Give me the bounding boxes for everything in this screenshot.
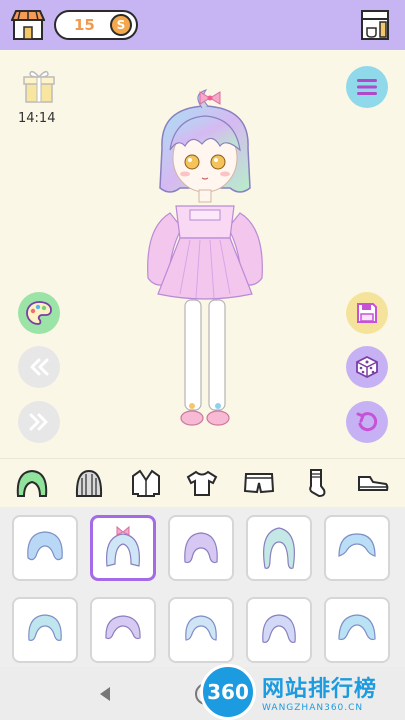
- menu-button[interactable]: [346, 66, 388, 108]
- nav-back-icon[interactable]: [95, 684, 115, 704]
- coin-icon: S: [110, 14, 132, 36]
- floppy-disk-icon: [357, 303, 377, 323]
- hair-option-icon: [185, 615, 217, 641]
- hair-option-icon: [184, 532, 218, 564]
- palette-icon: [26, 301, 52, 325]
- previous-button[interactable]: [18, 346, 60, 388]
- save-button[interactable]: [346, 292, 388, 334]
- hair-option-1[interactable]: [12, 515, 78, 581]
- jacket-icon: [131, 469, 160, 497]
- hair-option-7[interactable]: [90, 597, 156, 663]
- coin-counter: 15 S: [54, 10, 138, 40]
- hair-option-icon: [262, 614, 296, 643]
- double-chevron-right-icon: [29, 413, 48, 431]
- hair-option-4[interactable]: [246, 515, 312, 581]
- hair-icon: [17, 469, 48, 497]
- undo-button[interactable]: [346, 401, 388, 443]
- hair-option-icon: [338, 614, 376, 641]
- category-shoes[interactable]: [353, 463, 393, 503]
- coffee-machine-button[interactable]: [355, 5, 395, 45]
- tshirt-icon: [187, 470, 218, 496]
- hair-option-3[interactable]: [168, 515, 234, 581]
- hair-option-9[interactable]: [246, 597, 312, 663]
- hair-option-icon: [263, 527, 295, 569]
- hat-icon: [76, 469, 103, 497]
- category-hat[interactable]: [69, 463, 109, 503]
- color-palette-button[interactable]: [18, 292, 60, 334]
- shop-button[interactable]: [10, 7, 46, 43]
- dice-icon: [356, 355, 378, 379]
- dress-up-app: 15 S 14:14 360 网站排行榜 WANGZHAN360.CN: [0, 0, 405, 720]
- watermark-title: 网站排行榜: [262, 677, 378, 702]
- shorts-icon: [244, 472, 275, 493]
- hair-option-icon: [27, 531, 63, 561]
- hair-option-icon: [28, 614, 62, 641]
- category-bar: [0, 458, 405, 506]
- watermark-subtitle: WANGZHAN360.CN: [262, 703, 364, 713]
- gift-button[interactable]: [22, 68, 56, 104]
- coffee-machine-icon: [361, 10, 389, 40]
- random-button[interactable]: [346, 346, 388, 388]
- sock-icon: [309, 468, 326, 497]
- category-jacket[interactable]: [126, 463, 166, 503]
- menu-icon: [357, 79, 377, 95]
- gift-timer: 14:14: [18, 111, 56, 126]
- hair-option-6[interactable]: [12, 597, 78, 663]
- character-doll: [147, 89, 263, 426]
- shoe-icon: [357, 475, 388, 491]
- category-shorts[interactable]: [239, 463, 279, 503]
- top-bar: 15 S: [0, 0, 405, 50]
- double-chevron-left-icon: [30, 358, 49, 376]
- hair-option-icon: [105, 615, 141, 640]
- hair-option-5[interactable]: [324, 515, 390, 581]
- watermark: 360 网站排行榜 WANGZHAN360.CN: [200, 664, 405, 720]
- hair-option-2-selected[interactable]: [90, 515, 156, 581]
- hair-option-icon: [338, 533, 376, 557]
- hair-option-icon: [105, 525, 141, 567]
- watermark-logo: 360: [200, 664, 256, 720]
- undo-icon: [356, 412, 378, 432]
- hair-option-8[interactable]: [168, 597, 234, 663]
- category-top[interactable]: [182, 463, 222, 503]
- item-grid: [0, 507, 405, 667]
- next-button[interactable]: [18, 401, 60, 443]
- category-hair[interactable]: [12, 463, 52, 503]
- hair-option-10[interactable]: [324, 597, 390, 663]
- shop-icon: [11, 10, 45, 40]
- category-socks[interactable]: [296, 463, 336, 503]
- watermark-text: 网站排行榜 WANGZHAN360.CN: [262, 671, 377, 713]
- gift-icon: [23, 70, 55, 103]
- coin-count: 15: [74, 16, 95, 34]
